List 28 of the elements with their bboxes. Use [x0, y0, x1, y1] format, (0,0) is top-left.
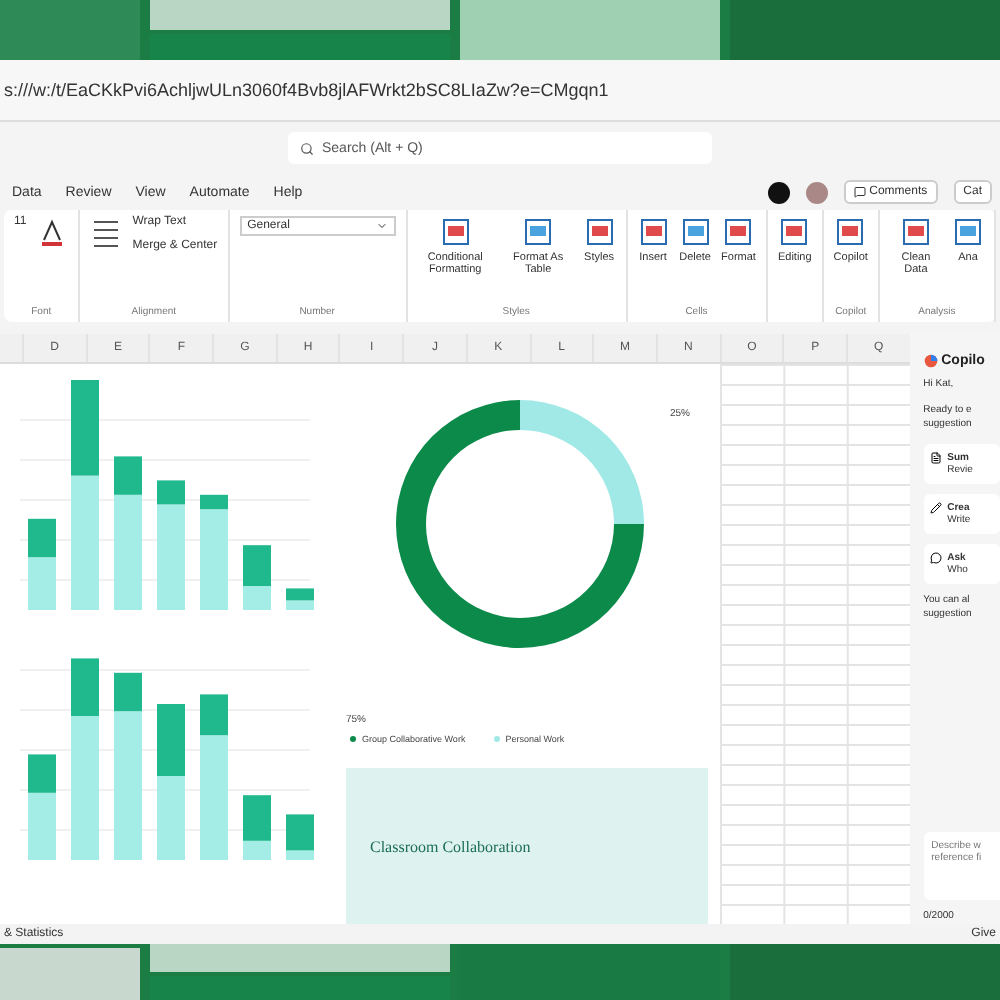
ribbon-icon: [439, 216, 472, 248]
bar: [28, 557, 56, 610]
search-icon: [300, 141, 314, 155]
document-icon: [929, 451, 942, 463]
ribbon-icon: [952, 216, 984, 248]
avatar[interactable]: [767, 181, 790, 203]
bar: [71, 380, 99, 476]
chevron-down-icon: [375, 220, 388, 232]
pencil-icon: [929, 501, 942, 513]
ribbon-icon: [834, 216, 867, 248]
ribbon-icon: [637, 216, 670, 248]
align-icon[interactable]: [90, 216, 123, 248]
ribbon-icon: [778, 216, 811, 248]
bar: [71, 475, 99, 610]
address-url[interactable]: s:///w:/t/EaCKkPvi6AchljwULn3060f4Bvb8jlAFWrkt2bSC8LIaZw?e=CMgqn1: [0, 80, 609, 100]
ribbon-icon: [899, 216, 932, 248]
bar: [157, 704, 185, 776]
cell-grid[interactable]: [720, 364, 910, 924]
ribbon-icon: [679, 216, 712, 248]
chat-icon: [929, 551, 942, 563]
comment-icon: [853, 186, 866, 198]
copilot-logo-icon: [923, 354, 938, 368]
ribbon-icon: [722, 216, 755, 248]
bar: [157, 776, 185, 860]
ribbon-icon: [583, 216, 616, 248]
banner-title: Classroom Collaboration: [370, 837, 531, 855]
ribbon-icon: [522, 216, 555, 248]
bar: [28, 518, 56, 558]
